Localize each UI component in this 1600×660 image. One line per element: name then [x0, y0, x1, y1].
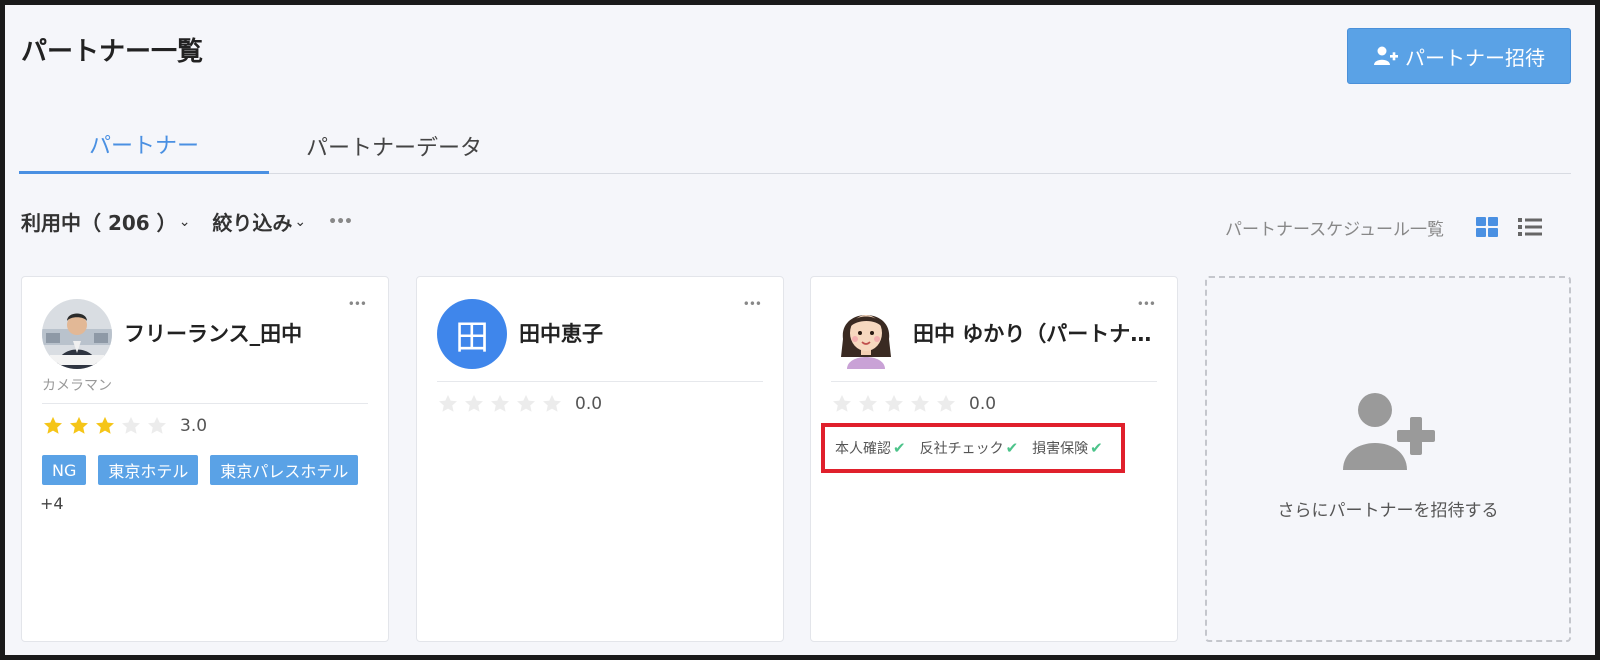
invite-partner-button-label: パートナー招待 [1405, 45, 1545, 70]
status-filter-dropdown[interactable]: 利用中（ 206 ） ⌄ [21, 207, 190, 236]
card-more-icon[interactable]: ••• [348, 297, 367, 311]
divider [437, 381, 763, 382]
checkmark-icon: ✔ [1005, 439, 1019, 457]
star-empty-icon [859, 394, 877, 412]
avatar [831, 299, 901, 369]
partner-name[interactable]: 田中恵子 [519, 318, 603, 348]
verification-checks: 本人確認 ✔ 反社チェック ✔ 損害保険 ✔ [821, 423, 1125, 473]
tag[interactable]: 東京パレスホテル [210, 455, 359, 485]
girl-illustration-icon [841, 315, 891, 369]
tab-partner-data[interactable]: パートナーデータ [269, 117, 519, 174]
check-antisocial: 反社チェック ✔ [920, 438, 1019, 458]
rating: 0.0 [831, 393, 996, 415]
filter-dropdown[interactable]: 絞り込み ⌄ [212, 207, 306, 236]
list-view-icon[interactable] [1517, 216, 1543, 238]
person-photo-icon [42, 299, 112, 369]
check-label: 反社チェック [919, 441, 1004, 457]
app-frame: パートナー一覧 パートナー招待 パートナー パートナーデータ 利用中（ 206 … [0, 0, 1600, 660]
divider [831, 381, 1157, 382]
list-toolbar: 利用中（ 206 ） ⌄ 絞り込み ⌄ ••• [21, 207, 353, 236]
chevron-down-icon: ⌄ [294, 213, 307, 230]
check-label: 損害保険 [1032, 441, 1089, 457]
rating-score: 3.0 [180, 416, 208, 436]
avatar [42, 299, 112, 369]
avatar-initial: 田 [455, 317, 489, 358]
grid-view-icon[interactable] [1475, 216, 1499, 238]
star-empty-icon [439, 394, 457, 412]
partner-name[interactable]: フリーランス_田中 [124, 318, 302, 348]
star-empty-icon [937, 394, 955, 412]
avatar: 田 [437, 299, 507, 369]
star-empty-icon [148, 416, 166, 434]
star-empty-icon [465, 394, 483, 412]
card-more-icon[interactable]: ••• [743, 297, 762, 311]
checkmark-icon: ✔ [1090, 439, 1103, 457]
add-user-icon [1343, 393, 1435, 470]
check-label: 本人確認 [835, 441, 891, 457]
schedule-list-link[interactable]: パートナースケジュール一覧 [1225, 215, 1444, 240]
check-identity: 本人確認 ✔ [835, 438, 906, 458]
rating: 0.0 [437, 393, 602, 415]
chevron-down-icon: ⌄ [178, 213, 191, 230]
star-filled-icon [70, 416, 88, 434]
status-filter-label: 利用中（ 206 ） [21, 211, 177, 235]
star-empty-icon [833, 394, 851, 412]
star-filled-icon [44, 416, 62, 434]
partner-card[interactable]: ••• 田 田中恵子 0.0 [416, 276, 784, 642]
checkmark-icon: ✔ [893, 439, 906, 457]
partner-card[interactable]: ••• フリーランス_田中 カメラマン 3.0 NG 東京ホテル 東京パレスホテ… [21, 276, 389, 642]
page-title: パートナー一覧 [21, 37, 204, 67]
star-empty-icon [122, 416, 140, 434]
star-filled-icon [96, 416, 114, 434]
card-more-icon[interactable]: ••• [1137, 297, 1156, 311]
partner-role: カメラマン [42, 378, 112, 394]
star-empty-icon [885, 394, 903, 412]
partner-name[interactable]: 田中 ゆかり（パートナー） [913, 318, 1161, 348]
check-insurance: 損害保険 ✔ [1032, 438, 1103, 458]
rating: 3.0 [42, 415, 207, 437]
invite-more-text: さらにパートナーを招待する [1277, 501, 1499, 521]
divider [42, 403, 368, 404]
tab-bar: パートナー パートナーデータ [19, 117, 1571, 174]
more-options-icon[interactable]: ••• [328, 214, 353, 230]
rating-score: 0.0 [575, 394, 603, 414]
tag-list: NG 東京ホテル 東京パレスホテル [42, 455, 359, 485]
tag[interactable]: NG [42, 455, 87, 485]
star-empty-icon [517, 394, 535, 412]
star-empty-icon [491, 394, 509, 412]
tag[interactable]: 東京ホテル [98, 455, 199, 485]
invite-partner-button[interactable]: パートナー招待 [1347, 28, 1571, 84]
partner-card[interactable]: ••• 田中 ゆかり（パートナー） 0.0 本人確認 ✔ 反社チェック ✔ 損害… [810, 276, 1178, 642]
star-empty-icon [911, 394, 929, 412]
filter-label: 絞り込み [212, 211, 293, 235]
more-tags-count[interactable]: +4 [40, 494, 64, 513]
add-user-icon [1374, 46, 1398, 65]
invite-more-card[interactable]: さらにパートナーを招待する [1205, 276, 1571, 642]
star-empty-icon [543, 394, 561, 412]
rating-score: 0.0 [969, 394, 997, 414]
tab-partners[interactable]: パートナー [19, 117, 269, 174]
